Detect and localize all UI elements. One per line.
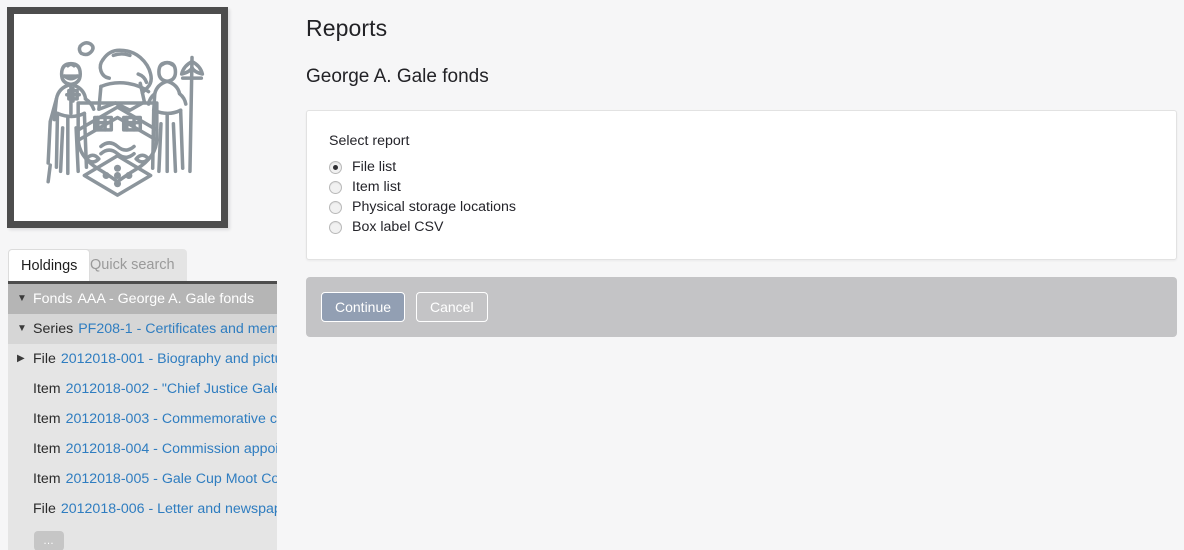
coat-of-arms-crest-icon bbox=[14, 14, 221, 221]
tree-row-file-006[interactable]: File 2012018-006 - Letter and newspap… bbox=[8, 494, 277, 524]
tree-item-link[interactable]: PF208-1 - Certificates and memo… bbox=[78, 321, 277, 337]
tree-item-link[interactable]: 2012018-002 - "Chief Justice Gale" … bbox=[66, 381, 277, 397]
select-report-panel: Select report File list Item list Physic… bbox=[306, 110, 1177, 260]
report-option-label: File list bbox=[352, 159, 396, 175]
tree-row-series[interactable]: ▼ Series PF208-1 - Certificates and memo… bbox=[8, 314, 277, 344]
tree-level-label: File bbox=[33, 501, 56, 517]
tree-level-label: Item bbox=[33, 441, 61, 457]
tree-level-label: Item bbox=[33, 471, 61, 487]
tree-row-item-004[interactable]: Item 2012018-004 - Commission appoi… bbox=[8, 434, 277, 464]
institution-logo bbox=[7, 7, 228, 228]
tree-level-label: File bbox=[33, 351, 56, 367]
tab-quick-search-label: Quick search bbox=[90, 257, 175, 273]
main-content: Reports George A. Gale fonds Select repo… bbox=[277, 0, 1184, 550]
tree-item-link[interactable]: 2012018-004 - Commission appoi… bbox=[66, 441, 277, 457]
tree-level-label: Item bbox=[33, 411, 61, 427]
tree-item-link[interactable]: 2012018-003 - Commemorative c… bbox=[66, 411, 277, 427]
continue-button[interactable]: Continue bbox=[321, 292, 405, 322]
cancel-button[interactable]: Cancel bbox=[416, 292, 488, 322]
action-bar: Continue Cancel bbox=[306, 277, 1177, 337]
app-root: Holdings Quick search ▼ Fonds AAA - Geor… bbox=[0, 0, 1184, 550]
tree-item-link[interactable]: AAA - George A. Gale fonds bbox=[77, 291, 254, 307]
report-option-file-list[interactable]: File list bbox=[329, 157, 516, 177]
radio-item-list-icon[interactable] bbox=[329, 181, 342, 194]
radio-file-list-icon[interactable] bbox=[329, 161, 342, 174]
report-option-label: Box label CSV bbox=[352, 219, 443, 235]
tree-level-label: Fonds bbox=[33, 291, 72, 307]
record-title: George A. Gale fonds bbox=[306, 66, 489, 88]
radio-box-label-csv-icon[interactable] bbox=[329, 221, 342, 234]
tab-holdings[interactable]: Holdings bbox=[8, 249, 90, 281]
sidebar: Holdings Quick search ▼ Fonds AAA - Geor… bbox=[0, 0, 277, 550]
tree-level-label: Item bbox=[33, 381, 61, 397]
tree-row-item-002[interactable]: Item 2012018-002 - "Chief Justice Gale" … bbox=[8, 374, 277, 404]
expand-caret-down-icon[interactable]: ▼ bbox=[17, 294, 31, 304]
tab-quick-search[interactable]: Quick search bbox=[78, 249, 187, 281]
report-option-label: Item list bbox=[352, 179, 401, 195]
report-options-group[interactable]: File list Item list Physical storage loc… bbox=[329, 157, 516, 237]
page-title: Reports bbox=[306, 15, 387, 42]
report-option-physical-storage-locations[interactable]: Physical storage locations bbox=[329, 197, 516, 217]
report-option-label: Physical storage locations bbox=[352, 199, 516, 215]
tree-row-item-003[interactable]: Item 2012018-003 - Commemorative c… bbox=[8, 404, 277, 434]
report-option-box-label-csv[interactable]: Box label CSV bbox=[329, 217, 516, 237]
holdings-tree[interactable]: ▼ Fonds AAA - George A. Gale fonds ▼ Ser… bbox=[8, 281, 277, 550]
tree-item-link[interactable]: 2012018-005 - Gale Cup Moot Co… bbox=[66, 471, 277, 487]
select-report-legend: Select report bbox=[329, 133, 409, 149]
tree-level-label: Series bbox=[33, 321, 73, 337]
load-more-button[interactable]: … bbox=[34, 531, 64, 550]
sidebar-tabs: Holdings Quick search bbox=[0, 249, 277, 281]
tab-holdings-label: Holdings bbox=[21, 258, 77, 274]
tree-item-link[interactable]: 2012018-006 - Letter and newspap… bbox=[61, 501, 277, 517]
tree-item-link[interactable]: 2012018-001 - Biography and pictu… bbox=[61, 351, 277, 367]
expand-caret-right-icon[interactable]: ▶ bbox=[17, 354, 31, 364]
tree-row-file-001[interactable]: ▶ File 2012018-001 - Biography and pictu… bbox=[8, 344, 277, 374]
tree-row-item-005[interactable]: Item 2012018-005 - Gale Cup Moot Co… bbox=[8, 464, 277, 494]
expand-caret-down-icon[interactable]: ▼ bbox=[17, 324, 31, 334]
radio-physical-storage-locations-icon[interactable] bbox=[329, 201, 342, 214]
report-option-item-list[interactable]: Item list bbox=[329, 177, 516, 197]
tree-row-fonds[interactable]: ▼ Fonds AAA - George A. Gale fonds bbox=[8, 284, 277, 314]
